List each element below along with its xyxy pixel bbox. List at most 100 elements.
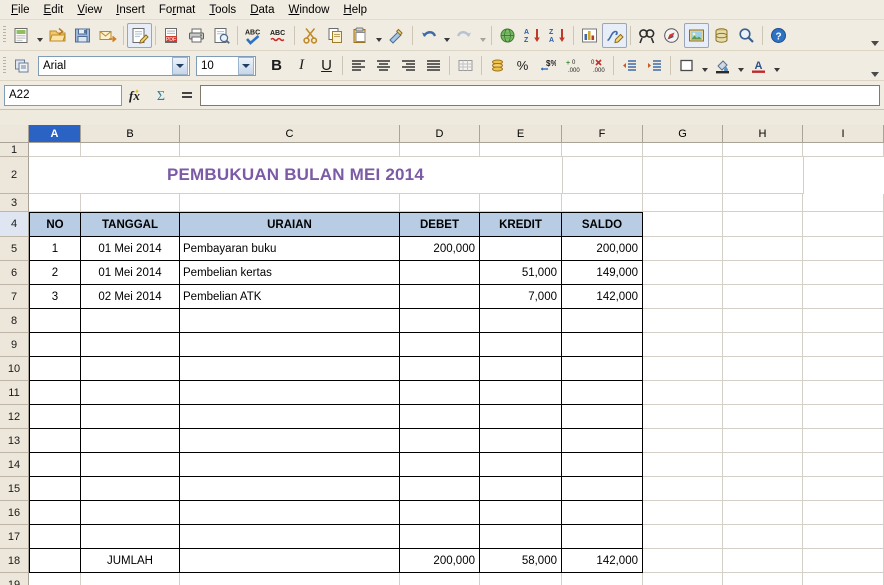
cell-a8[interactable] xyxy=(29,309,81,333)
row1-uraian[interactable]: Pembayaran buku xyxy=(180,237,400,261)
redo-icon[interactable] xyxy=(452,23,477,48)
cell-g16[interactable] xyxy=(643,501,723,525)
cell-e9[interactable] xyxy=(480,333,562,357)
cell-g15[interactable] xyxy=(643,477,723,501)
column-header-g[interactable]: G xyxy=(643,125,723,143)
cell-c10[interactable] xyxy=(180,357,400,381)
align-center-icon[interactable] xyxy=(371,53,396,78)
cell-b12[interactable] xyxy=(81,405,180,429)
cell-g6[interactable] xyxy=(643,261,723,285)
cell-c15[interactable] xyxy=(180,477,400,501)
cell-c8[interactable] xyxy=(180,309,400,333)
cell-e12[interactable] xyxy=(480,405,562,429)
cell-b15[interactable] xyxy=(81,477,180,501)
cell-h17[interactable] xyxy=(723,525,803,549)
cell-g10[interactable] xyxy=(643,357,723,381)
cell-h8[interactable] xyxy=(723,309,803,333)
row2-saldo[interactable]: 149,000 xyxy=(562,261,643,285)
row-header-2[interactable]: 2 xyxy=(0,157,29,194)
cell-b9[interactable] xyxy=(81,333,180,357)
cell-i3[interactable] xyxy=(803,194,884,212)
font-size-dropdown-icon[interactable] xyxy=(238,57,254,75)
cell-d17[interactable] xyxy=(400,525,480,549)
column-header-c[interactable]: C xyxy=(180,125,400,143)
cell-f19[interactable] xyxy=(562,573,643,585)
cell-g11[interactable] xyxy=(643,381,723,405)
number-format-icon[interactable]: $% xyxy=(535,53,560,78)
toolbar-grip[interactable] xyxy=(3,26,6,44)
row-header-12[interactable]: 12 xyxy=(0,405,29,429)
table-header-debet[interactable]: DEBET xyxy=(400,212,480,237)
font-name-combo[interactable]: Arial xyxy=(38,56,190,76)
row3-saldo[interactable]: 142,000 xyxy=(562,285,643,309)
cell-f3[interactable] xyxy=(562,194,643,212)
equals-icon[interactable] xyxy=(174,83,200,107)
cell-e10[interactable] xyxy=(480,357,562,381)
cell-d14[interactable] xyxy=(400,453,480,477)
cell-c13[interactable] xyxy=(180,429,400,453)
show-draw-functions-icon[interactable] xyxy=(602,23,627,48)
cell-d19[interactable] xyxy=(400,573,480,585)
cell-a19[interactable] xyxy=(29,573,81,585)
cell-a11[interactable] xyxy=(29,381,81,405)
cell-f15[interactable] xyxy=(562,477,643,501)
cell-d8[interactable] xyxy=(400,309,480,333)
cell-i17[interactable] xyxy=(803,525,884,549)
cell-g3[interactable] xyxy=(643,194,723,212)
print-icon[interactable] xyxy=(184,23,209,48)
row-header-13[interactable]: 13 xyxy=(0,429,29,453)
table-header-tanggal[interactable]: TANGGAL xyxy=(81,212,180,237)
cell-f11[interactable] xyxy=(562,381,643,405)
row-header-15[interactable]: 15 xyxy=(0,477,29,501)
cell-i4[interactable] xyxy=(803,212,884,237)
row-header-18[interactable]: 18 xyxy=(0,549,29,573)
cell-a15[interactable] xyxy=(29,477,81,501)
font-name-dropdown-icon[interactable] xyxy=(172,57,188,75)
italic-button[interactable]: I xyxy=(289,54,314,78)
open-document-icon[interactable] xyxy=(45,23,70,48)
send-email-icon[interactable] xyxy=(95,23,120,48)
paste-icon[interactable] xyxy=(348,23,373,48)
cell-g9[interactable] xyxy=(643,333,723,357)
row-header-19[interactable]: 19 xyxy=(0,573,29,585)
decrease-indent-icon[interactable] xyxy=(617,53,642,78)
menu-item-help[interactable]: Help xyxy=(336,1,374,19)
hyperlink-icon[interactable] xyxy=(495,23,520,48)
undo-icon[interactable] xyxy=(416,23,441,48)
formatting-toolbar-grip[interactable] xyxy=(3,57,6,75)
menu-item-data[interactable]: Data xyxy=(243,1,281,19)
cell-a16[interactable] xyxy=(29,501,81,525)
copy-icon[interactable] xyxy=(323,23,348,48)
styles-and-formatting-icon[interactable] xyxy=(9,53,34,78)
cell-a1[interactable] xyxy=(29,143,81,157)
cell-i7[interactable] xyxy=(803,285,884,309)
row1-tanggal[interactable]: 01 Mei 2014 xyxy=(81,237,180,261)
cell-i14[interactable] xyxy=(803,453,884,477)
cell-i11[interactable] xyxy=(803,381,884,405)
sort-ascending-icon[interactable]: AZ xyxy=(520,23,545,48)
cell-c9[interactable] xyxy=(180,333,400,357)
table-header-saldo[interactable]: SALDO xyxy=(562,212,643,237)
cell-h16[interactable] xyxy=(723,501,803,525)
row3-debet[interactable] xyxy=(400,285,480,309)
table-header-uraian[interactable]: URAIAN xyxy=(180,212,400,237)
cell-f8[interactable] xyxy=(562,309,643,333)
cell-g4[interactable] xyxy=(643,212,723,237)
row-header-5[interactable]: 5 xyxy=(0,237,29,261)
cell-i8[interactable] xyxy=(803,309,884,333)
currency-format-icon[interactable] xyxy=(485,53,510,78)
menu-item-edit[interactable]: Edit xyxy=(37,1,71,19)
zoom-icon[interactable] xyxy=(734,23,759,48)
cell-i6[interactable] xyxy=(803,261,884,285)
sum-icon[interactable]: Σ xyxy=(148,83,174,107)
cell-c3[interactable] xyxy=(180,194,400,212)
sheet-title[interactable]: PEMBUKUAN BULAN MEI 2014 xyxy=(29,157,563,194)
cell-c12[interactable] xyxy=(180,405,400,429)
cell-b3[interactable] xyxy=(81,194,180,212)
menu-item-file[interactable]: File xyxy=(4,1,37,19)
navigator-icon[interactable] xyxy=(659,23,684,48)
cell-h19[interactable] xyxy=(723,573,803,585)
row-header-16[interactable]: 16 xyxy=(0,501,29,525)
cell-g12[interactable] xyxy=(643,405,723,429)
cell-f12[interactable] xyxy=(562,405,643,429)
